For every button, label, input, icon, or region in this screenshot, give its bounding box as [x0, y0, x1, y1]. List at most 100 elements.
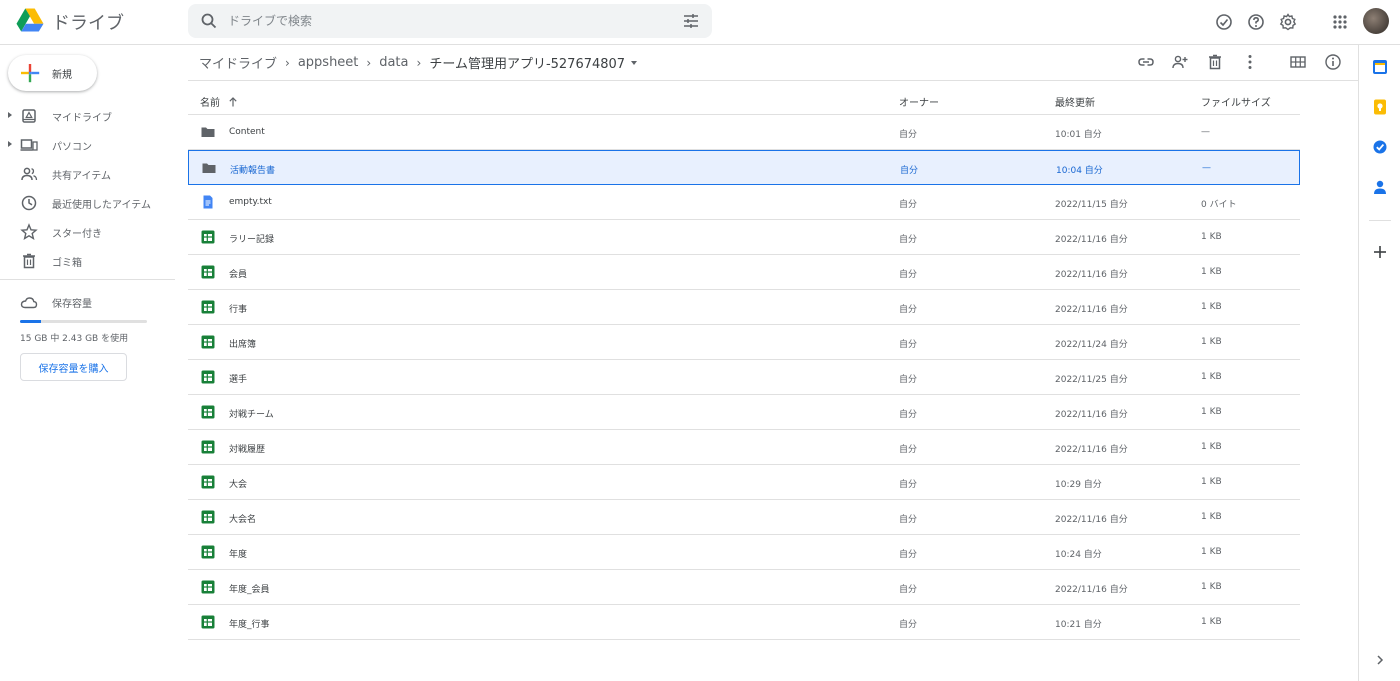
- get-link-icon[interactable]: [1137, 53, 1155, 71]
- file-size: 1 KB: [1201, 232, 1222, 242]
- expand-caret-icon[interactable]: [8, 112, 12, 118]
- sidebar-item-recent[interactable]: 最近使用したアイテム: [0, 188, 175, 217]
- expand-panel-chevron-icon[interactable]: [1371, 651, 1389, 669]
- file-size: 0 バイト: [1201, 200, 1237, 210]
- search-icon[interactable]: [200, 12, 218, 30]
- file-size: 1 KB: [1201, 407, 1222, 417]
- file-name: 会員: [229, 270, 248, 280]
- star-icon: [20, 223, 38, 240]
- file-size: 1 KB: [1201, 477, 1222, 487]
- spreadsheet-icon: [201, 335, 215, 349]
- new-button[interactable]: 新規: [8, 55, 97, 91]
- apps-grid-icon[interactable]: [1330, 12, 1350, 32]
- sidebar-item-label: マイドライブ: [52, 113, 112, 124]
- column-header-label: 名前: [200, 98, 220, 109]
- file-modified: 2022/11/16 自分: [1055, 410, 1128, 420]
- account-avatar[interactable]: [1363, 8, 1389, 34]
- breadcrumb-item-my-drive[interactable]: マイドライブ: [199, 53, 277, 72]
- file-row[interactable]: 年度_行事 自分 10:21 自分 1 KB: [188, 605, 1300, 640]
- file-owner: 自分: [899, 550, 918, 560]
- file-size: —: [1201, 127, 1210, 137]
- tasks-icon[interactable]: [1371, 138, 1389, 156]
- buy-storage-button[interactable]: 保存容量を購入: [20, 353, 127, 381]
- file-name: 行事: [229, 305, 248, 315]
- file-modified: 2022/11/24 自分: [1055, 340, 1128, 350]
- file-modified: 10:24 自分: [1055, 550, 1102, 560]
- file-row[interactable]: 対戦履歴 自分 2022/11/16 自分 1 KB: [188, 430, 1300, 465]
- sidebar-item-shared[interactable]: 共有アイテム: [0, 159, 175, 188]
- spreadsheet-icon: [201, 300, 215, 314]
- sidebar-item-label: 共有アイテム: [52, 171, 111, 182]
- keep-icon[interactable]: [1371, 98, 1389, 116]
- file-row[interactable]: 出席簿 自分 2022/11/24 自分 1 KB: [188, 325, 1300, 360]
- settings-gear-icon[interactable]: [1278, 12, 1298, 32]
- file-row[interactable]: 対戦チーム 自分 2022/11/16 自分 1 KB: [188, 395, 1300, 430]
- sidebar-item-starred[interactable]: スター付き: [0, 217, 175, 246]
- contacts-icon[interactable]: [1371, 178, 1389, 196]
- file-row[interactable]: 年度 自分 10:24 自分 1 KB: [188, 535, 1300, 570]
- file-modified: 10:04 自分: [1056, 166, 1103, 176]
- search-bar[interactable]: [188, 4, 712, 38]
- column-header-modified[interactable]: 最終更新: [1055, 94, 1095, 109]
- file-row[interactable]: 選手 自分 2022/11/25 自分 1 KB: [188, 360, 1300, 395]
- help-icon[interactable]: [1246, 12, 1266, 32]
- breadcrumb-bar: マイドライブ › appsheet › data › チーム管理用アプリ-527…: [188, 45, 1358, 81]
- add-addon-plus-icon[interactable]: [1371, 243, 1389, 261]
- column-header-size[interactable]: ファイルサイズ: [1201, 94, 1271, 109]
- search-input[interactable]: [228, 10, 658, 32]
- breadcrumb-item-data[interactable]: data: [379, 55, 408, 70]
- more-options-icon[interactable]: [1241, 53, 1259, 71]
- file-row[interactable]: Content 自分 10:01 自分 —: [188, 115, 1300, 150]
- file-modified: 2022/11/16 自分: [1055, 445, 1128, 455]
- spreadsheet-icon: [201, 370, 215, 384]
- drive-logo-icon[interactable]: [16, 8, 44, 32]
- spreadsheet-icon: [201, 230, 215, 244]
- chevron-right-icon: ›: [416, 55, 422, 70]
- file-size: 1 KB: [1201, 302, 1222, 312]
- clock-icon: [21, 195, 37, 211]
- file-row[interactable]: 会員 自分 2022/11/16 自分 1 KB: [188, 255, 1300, 290]
- file-modified: 10:01 自分: [1055, 130, 1102, 140]
- file-row[interactable]: 大会 自分 10:29 自分 1 KB: [188, 465, 1300, 500]
- top-bar: ドライブ: [0, 0, 1400, 45]
- breadcrumb-item-appsheet[interactable]: appsheet: [298, 55, 359, 70]
- search-options-icon[interactable]: [682, 12, 700, 30]
- file-owner: 自分: [899, 620, 918, 630]
- calendar-icon[interactable]: [1371, 58, 1389, 76]
- sort-arrow-up-icon[interactable]: [228, 97, 238, 107]
- folder-menu-dropdown-icon[interactable]: [631, 60, 638, 65]
- delete-trash-icon[interactable]: [1206, 53, 1224, 71]
- file-name: 選手: [229, 375, 248, 385]
- folder-icon: [201, 127, 215, 137]
- file-name: ラリー記録: [229, 235, 275, 245]
- cloud-icon: [20, 297, 38, 309]
- share-add-person-icon[interactable]: [1171, 53, 1189, 71]
- file-row[interactable]: ラリー記録 自分 2022/11/16 自分 1 KB: [188, 220, 1300, 255]
- my-drive-icon: [22, 109, 36, 123]
- file-name: 対戦チーム: [229, 410, 274, 420]
- file-owner: 自分: [899, 340, 918, 350]
- file-row[interactable]: 活動報告書 自分 10:04 自分 —: [188, 150, 1300, 185]
- spreadsheet-icon: [201, 265, 215, 279]
- file-size: 1 KB: [1201, 512, 1222, 522]
- sidebar-item-label: スター付き: [52, 229, 102, 240]
- offline-ready-icon[interactable]: [1214, 12, 1234, 32]
- sidebar-item-trash[interactable]: ゴミ箱: [0, 246, 175, 275]
- breadcrumb-current-folder[interactable]: チーム管理用アプリ-527674807: [429, 53, 625, 72]
- file-owner: 自分: [899, 270, 918, 280]
- file-row[interactable]: empty.txt 自分 2022/11/15 自分 0 バイト: [188, 185, 1300, 220]
- file-row[interactable]: 大会名 自分 2022/11/16 自分 1 KB: [188, 500, 1300, 535]
- sidebar-item-my-drive[interactable]: マイドライブ: [0, 101, 175, 130]
- file-name: Content: [229, 127, 265, 137]
- app-title[interactable]: ドライブ: [52, 9, 124, 35]
- column-header-owner[interactable]: オーナー: [899, 94, 939, 109]
- file-row[interactable]: 行事 自分 2022/11/16 自分 1 KB: [188, 290, 1300, 325]
- info-icon[interactable]: [1324, 53, 1342, 71]
- storage-label[interactable]: 保存容量: [52, 295, 92, 310]
- sidebar-item-computers[interactable]: パソコン: [0, 130, 175, 159]
- expand-caret-icon[interactable]: [8, 141, 12, 147]
- file-size: 1 KB: [1201, 442, 1222, 452]
- file-row[interactable]: 年度_会員 自分 2022/11/16 自分 1 KB: [188, 570, 1300, 605]
- grid-view-icon[interactable]: [1289, 53, 1307, 71]
- column-header-name[interactable]: 名前: [200, 94, 238, 109]
